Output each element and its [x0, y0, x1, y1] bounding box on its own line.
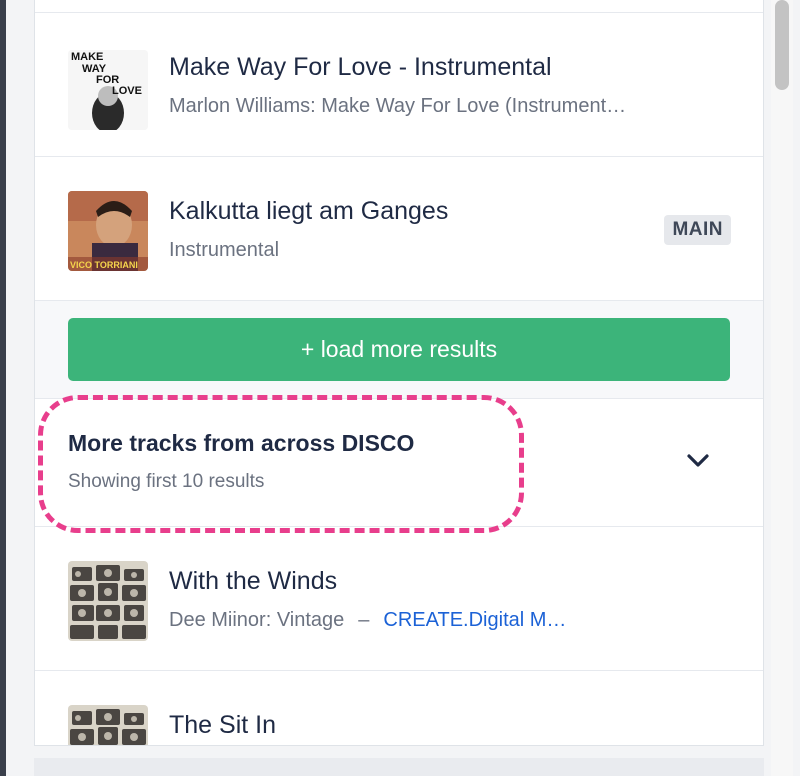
track-subtitle: Marlon Williams: Make Way For Love (Inst…	[169, 95, 627, 117]
separator: –	[358, 609, 370, 631]
track-row[interactable]: VICO TORRIANI Kalkutta liegt am Ganges I…	[35, 156, 763, 300]
catalog-link[interactable]: CREATE.Digital M…	[383, 609, 566, 631]
highlight-annotation	[38, 395, 524, 533]
track-title[interactable]: Kalkutta liegt am Ganges	[169, 197, 448, 226]
track-row[interactable]: With the Winds Dee Miinor: Vintage – CREAT…	[35, 526, 763, 670]
svg-text:VICO TORRIANI: VICO TORRIANI	[70, 260, 138, 270]
album-art	[68, 561, 148, 641]
load-more-button[interactable]: + load more results	[68, 318, 730, 381]
scrollbar-track[interactable]	[771, 0, 793, 776]
search-results-panel: MAKE WAY FOR LOVE Make Way For Love - In…	[34, 0, 764, 746]
track-row[interactable]: The Sit In	[35, 670, 763, 745]
album-art	[68, 705, 148, 745]
chevron-down-icon[interactable]	[685, 452, 711, 470]
svg-text:MAKE: MAKE	[71, 51, 103, 63]
scrollbar-thumb[interactable]	[775, 0, 789, 90]
track-subtitle: Instrumental	[169, 239, 280, 261]
album-art: VICO TORRIANI	[68, 191, 148, 271]
album-art: MAKE WAY FOR LOVE	[68, 50, 148, 130]
track-artist-album: Dee Miinor: Vintage	[169, 609, 345, 631]
window-edge	[0, 0, 6, 776]
track-title[interactable]: With the Winds	[169, 567, 337, 596]
track-subtitle: Dee Miinor: Vintage – CREATE.Digital M…	[169, 609, 566, 632]
svg-text:LOVE: LOVE	[112, 85, 142, 97]
version-badge: MAIN	[664, 215, 731, 245]
track-title[interactable]: Make Way For Love - Instrumental	[169, 53, 552, 82]
track-title[interactable]: The Sit In	[169, 711, 276, 740]
bottom-edge	[34, 758, 764, 776]
track-row[interactable]: MAKE WAY FOR LOVE Make Way For Love - In…	[35, 12, 763, 156]
